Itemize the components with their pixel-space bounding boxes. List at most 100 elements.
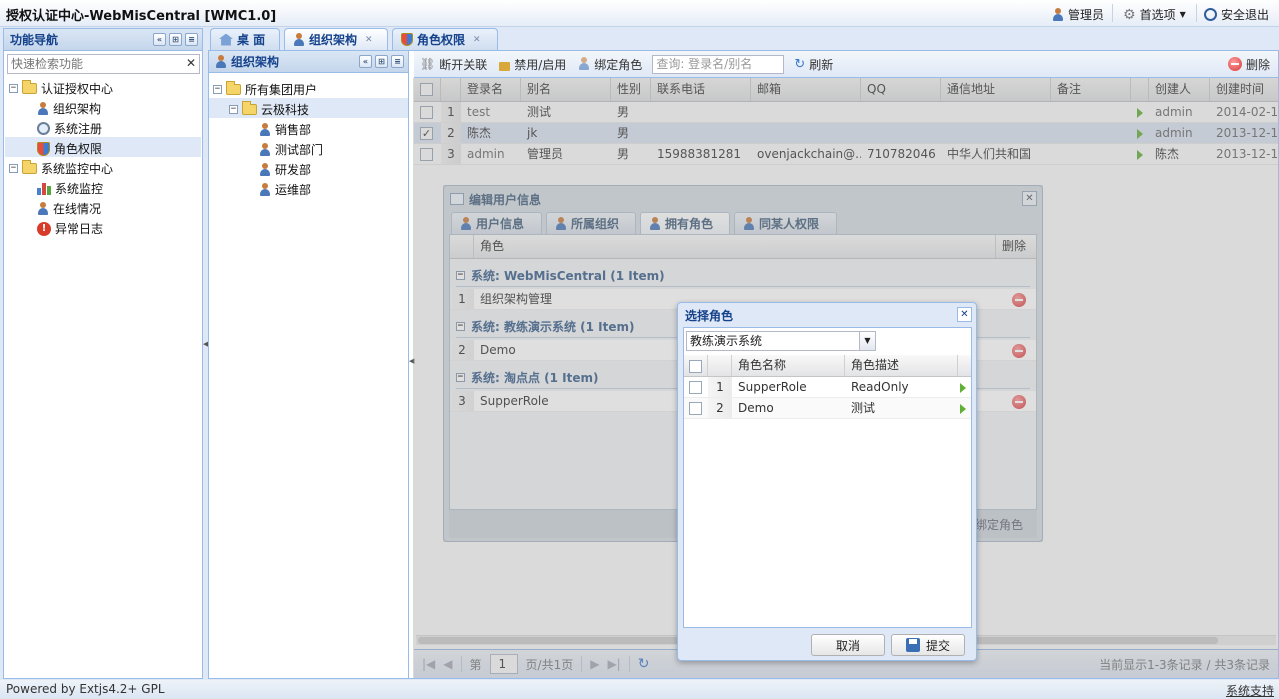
cell-role-desc: ReadOnly <box>851 380 909 394</box>
lock-icon <box>499 61 511 71</box>
shield-icon <box>401 33 413 46</box>
collapse-toggle-icon[interactable]: − <box>9 164 18 173</box>
bind-role-button[interactable]: 绑定角色 <box>572 56 648 73</box>
org-dept-label: 测试部门 <box>275 143 324 157</box>
disconnect-button[interactable]: ⛓ 断开关联 <box>414 56 493 73</box>
search-field[interactable]: 查询: 登录名/别名 <box>652 54 785 74</box>
collapse-toggle-icon[interactable]: − <box>9 84 18 93</box>
nav-group-label: 认证授权中心 <box>41 82 114 96</box>
person-icon <box>37 101 49 116</box>
nav-item-role-selected[interactable] <box>5 137 201 157</box>
prefs-menu[interactable]: ⚙ 首选项 ▼ <box>1123 6 1186 23</box>
expand-all-icon[interactable]: ⊞ <box>375 55 388 68</box>
support-link[interactable]: 系统支持 <box>1226 682 1274 699</box>
list-icon[interactable]: ≡ <box>391 55 404 68</box>
person-icon <box>215 54 227 69</box>
folder-icon <box>226 81 241 95</box>
nav-group-monitor[interactable]: − 系统监控中心 <box>9 160 113 177</box>
tab-roles[interactable]: 角色权限 ✕ <box>392 28 498 50</box>
collapse-icon[interactable]: « <box>359 55 372 68</box>
chevron-down-icon[interactable]: ▼ <box>859 332 875 350</box>
org-company[interactable]: − 云极科技 <box>229 101 309 118</box>
button-label: 删除 <box>1245 57 1270 72</box>
nav-group-label: 系统监控中心 <box>41 162 114 176</box>
org-dept-label: 运维部 <box>275 183 312 197</box>
toggle-button[interactable]: 禁用/启用 <box>493 56 572 73</box>
col-role-name[interactable]: 角色名称 <box>732 355 845 376</box>
tab-desktop[interactable]: 桌 面 <box>210 28 280 50</box>
row-number: 2 <box>708 398 732 418</box>
grid-toolbar: ⛓ 断开关联 禁用/启用 绑定角色 查询: 登录名/别名 ↻ 刷新 删除 <box>414 51 1278 78</box>
home-icon <box>219 33 233 46</box>
tab-org[interactable]: 组织架构 ✕ <box>284 28 388 50</box>
row-checkbox[interactable] <box>689 402 702 415</box>
expand-arrow-icon[interactable] <box>960 403 966 414</box>
org-dept[interactable]: 研发部 <box>259 161 311 178</box>
button-label: 提交 <box>925 638 950 653</box>
nav-item-label: 角色权限 <box>54 142 103 156</box>
nav-item-sysreg[interactable]: 系统注册 <box>37 120 102 137</box>
org-dept-label: 研发部 <box>275 163 312 177</box>
user-menu[interactable]: 管理员 <box>1052 6 1104 23</box>
refresh-button[interactable]: ↻ 刷新 <box>788 56 839 73</box>
system-select[interactable]: 教练演示系统 ▼ <box>686 331 876 351</box>
nav-item-label: 组织架构 <box>53 102 102 116</box>
powered-by: Powered by Extjs4.2+ GPL <box>6 682 165 696</box>
chevron-down-icon: ▼ <box>1179 10 1186 19</box>
org-root-label: 所有集团用户 <box>245 83 318 97</box>
expand-all-icon[interactable]: ⊞ <box>169 33 182 46</box>
nav-item-sysmon[interactable]: 系统监控 <box>37 180 103 197</box>
nav-search-input[interactable] <box>8 55 178 73</box>
title-bar: 授权认证中心-WebMisCentral [WMC1.0] 管理员 ⚙ 首选项 … <box>0 0 1279 27</box>
cancel-button[interactable]: 取消 <box>811 634 885 656</box>
org-title: 组织架构 <box>231 55 280 69</box>
dialog-header: 选择角色 <box>685 308 734 323</box>
close-icon[interactable]: ✕ <box>365 35 373 45</box>
group-icon <box>259 162 271 177</box>
tab-label: 组织架构 <box>309 33 358 47</box>
user-name: 管理员 <box>1068 8 1105 22</box>
row-number: 1 <box>708 377 732 397</box>
table-row[interactable]: 2 Demo 测试 <box>684 398 971 419</box>
close-icon[interactable]: ✕ <box>473 35 481 45</box>
org-header: 组织架构 « ⊞ ≡ <box>209 51 408 73</box>
collapse-icon[interactable]: « <box>153 33 166 46</box>
cell-role-desc: 测试 <box>851 401 876 415</box>
org-dept[interactable]: 销售部 <box>259 121 311 138</box>
refresh-icon: ↻ <box>794 56 806 72</box>
nav-item-role[interactable]: 角色权限 <box>37 140 102 157</box>
dialog-body: 教练演示系统 ▼ 角色名称 角色描述 1 SupperRole ReadOnly… <box>683 327 972 628</box>
collapse-toggle-icon[interactable]: − <box>229 105 238 114</box>
tab-label: 桌 面 <box>237 33 266 47</box>
org-tree-panel: 组织架构 « ⊞ ≡ − 所有集团用户 − 云极科技 销售部 测试部门 研发部 <box>209 51 409 678</box>
collapse-toggle-icon[interactable]: − <box>213 85 222 94</box>
logout-button[interactable]: 安全退出 <box>1204 6 1269 23</box>
folder-icon <box>242 101 257 115</box>
nav-item-org[interactable]: 组织架构 <box>37 100 101 117</box>
group-icon <box>259 122 271 137</box>
col-role-desc[interactable]: 角色描述 <box>845 355 958 376</box>
row-checkbox[interactable] <box>689 381 702 394</box>
submit-button[interactable]: 提交 <box>891 634 965 656</box>
clear-icon[interactable]: ✕ <box>186 56 196 70</box>
nav-item-label: 系统注册 <box>54 122 103 136</box>
nav-panel: 功能导航 « ⊞ ≡ ✕ − 认证授权中心 组织架构 系统注册 角色权限 − 系… <box>3 28 203 679</box>
org-dept[interactable]: 测试部门 <box>259 141 323 158</box>
select-all-cell[interactable] <box>684 355 708 376</box>
table-row[interactable]: 1 SupperRole ReadOnly <box>684 377 971 398</box>
delete-button[interactable]: 删除 <box>1222 56 1276 73</box>
org-dept[interactable]: 运维部 <box>259 181 311 198</box>
list-icon[interactable]: ≡ <box>185 33 198 46</box>
shield-icon <box>37 141 50 156</box>
nav-item-errors[interactable]: ! 异常日志 <box>37 220 103 237</box>
link-icon: ⛓ <box>420 57 436 71</box>
expand-arrow-icon[interactable] <box>960 382 966 393</box>
role-select-header: 角色名称 角色描述 <box>684 355 971 377</box>
prefs-label: 首选项 <box>1139 8 1176 22</box>
close-icon[interactable]: ✕ <box>957 307 972 322</box>
nav-item-label: 系统监控 <box>55 182 104 196</box>
nav-group-auth[interactable]: − 认证授权中心 <box>9 80 113 97</box>
nav-item-online[interactable]: 在线情况 <box>37 200 101 217</box>
org-root[interactable]: − 所有集团用户 <box>213 81 317 98</box>
select-all-checkbox[interactable] <box>689 360 702 373</box>
